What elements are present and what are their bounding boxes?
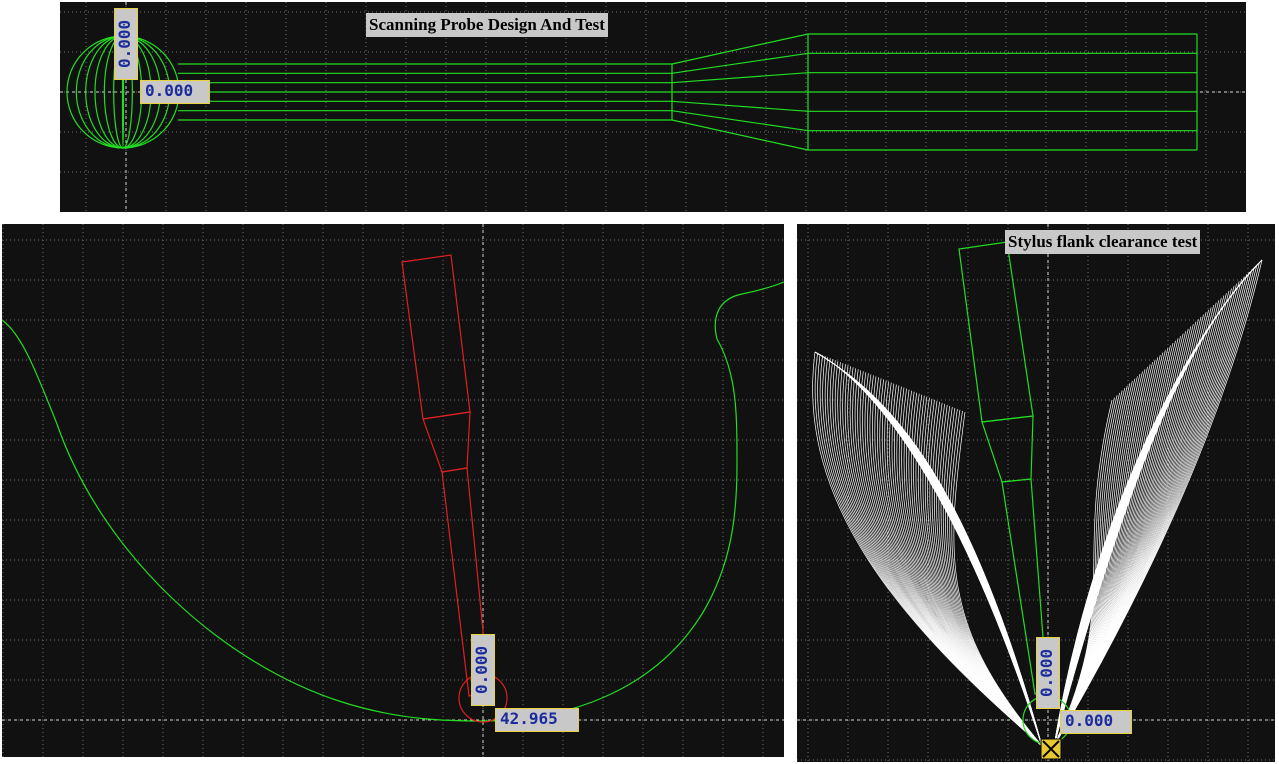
taper-line xyxy=(671,110,809,132)
drawing-title: Scanning Probe Design And Test xyxy=(366,13,608,37)
probe-side-view-drawing xyxy=(60,2,1246,212)
taper-line xyxy=(671,72,809,84)
envelope-curve xyxy=(886,382,1043,747)
viewport-profile-scan[interactable]: 0.000 42.965 xyxy=(2,224,784,757)
envelope-curve xyxy=(894,385,1043,747)
vertical-dimension-label[interactable]: 0.000 xyxy=(114,8,138,80)
taper-line xyxy=(671,52,809,74)
vertical-dimension-label[interactable]: 0.000 xyxy=(471,634,495,706)
taper-line xyxy=(671,119,809,151)
drawing-title: Stylus flank clearance test xyxy=(1005,230,1201,254)
profile-scan-drawing xyxy=(2,224,784,757)
envelope-curve xyxy=(839,363,1043,747)
taper-line xyxy=(671,33,809,65)
viewport-flank-clearance[interactable]: Stylus flank clearance test 0.000 0.000 xyxy=(797,224,1275,762)
probe-wireframe xyxy=(66,33,1198,151)
part-profile-curve xyxy=(2,281,784,722)
horizontal-dimension-label[interactable]: 42.965 xyxy=(495,708,579,732)
envelope-curve xyxy=(1053,314,1204,747)
horizontal-dimension-label[interactable]: 0.000 xyxy=(140,80,210,104)
horizontal-dimension-label[interactable]: 0.000 xyxy=(1060,710,1132,734)
vertical-dimension-label[interactable]: 0.000 xyxy=(1036,637,1060,709)
grid xyxy=(2,224,784,757)
envelope-curve xyxy=(819,355,1043,747)
viewport-probe-design[interactable]: Scanning Probe Design And Test 0.000 0.0… xyxy=(60,2,1246,212)
taper-line xyxy=(671,100,809,112)
origin-marker-icon[interactable] xyxy=(1040,738,1062,760)
envelope-curve xyxy=(901,388,1043,747)
